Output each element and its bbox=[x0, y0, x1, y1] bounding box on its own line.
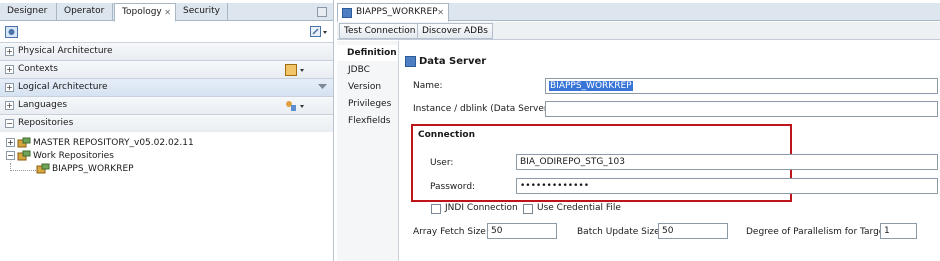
connect-icon[interactable] bbox=[5, 26, 18, 38]
discover-adbs-button[interactable]: Discover ADBs bbox=[417, 23, 493, 39]
accordion-contexts[interactable]: + Contexts bbox=[0, 60, 333, 78]
tree-item-work-repositories[interactable]: − Work Repositories bbox=[6, 150, 114, 163]
accordion-label: Logical Architecture bbox=[18, 82, 108, 92]
nav-flexfields[interactable]: Flexfields bbox=[337, 113, 398, 129]
password-label: Password: bbox=[430, 182, 476, 192]
accordion-repositories[interactable]: − Repositories bbox=[0, 114, 333, 132]
editor-tab-bar: BIAPPS_WORKREP ✕ bbox=[337, 3, 940, 22]
new-item-menu-icon[interactable] bbox=[310, 25, 330, 38]
nav-version[interactable]: Version bbox=[337, 79, 398, 95]
accordion-languages[interactable]: + Languages bbox=[0, 96, 333, 114]
accordion-label: Physical Architecture bbox=[18, 46, 113, 56]
collapse-icon[interactable]: − bbox=[6, 151, 15, 160]
use-credential-file-label: Use Credential File bbox=[537, 203, 621, 213]
jndi-connection-checkbox[interactable] bbox=[431, 204, 441, 214]
batch-update-size-input[interactable]: 50 bbox=[658, 223, 728, 239]
tree-item-biapps-workrep[interactable]: BIAPPS_WORKREP bbox=[36, 163, 134, 176]
expand-icon[interactable]: + bbox=[5, 101, 14, 110]
navigator-tab-bar: Designer Operator Topology ✕ Security bbox=[0, 3, 333, 22]
context-menu-icon[interactable] bbox=[285, 64, 307, 76]
array-fetch-size-input[interactable]: 50 bbox=[487, 223, 557, 239]
array-fetch-size-label: Array Fetch Size: bbox=[413, 227, 489, 237]
test-connection-button[interactable]: Test Connection bbox=[339, 23, 421, 39]
minimize-button[interactable] bbox=[317, 7, 327, 17]
expand-icon[interactable]: + bbox=[5, 83, 14, 92]
tab-designer[interactable]: Designer bbox=[0, 3, 57, 21]
tree-item-label: Work Repositories bbox=[33, 151, 114, 161]
navigator-panel: Designer Operator Topology ✕ Security + … bbox=[0, 0, 334, 261]
user-input[interactable]: BIA_ODIREPO_STG_103 bbox=[516, 154, 938, 170]
data-server-icon bbox=[342, 8, 352, 18]
name-input[interactable]: BIAPPS_WORKREP bbox=[545, 78, 938, 94]
close-icon[interactable]: ✕ bbox=[164, 4, 171, 21]
work-repository-icon bbox=[36, 163, 50, 174]
password-input[interactable]: ••••••••••••• bbox=[516, 178, 938, 194]
data-server-icon bbox=[405, 56, 416, 67]
tree-item-label: BIAPPS_WORKREP bbox=[52, 164, 134, 174]
tree-connector bbox=[10, 170, 36, 171]
editor-side-nav: Definition JDBC Version Privileges Flexf… bbox=[337, 41, 399, 261]
nav-definition[interactable]: Definition bbox=[337, 45, 398, 61]
tab-operator[interactable]: Operator bbox=[57, 3, 113, 21]
batch-update-size-label: Batch Update Size: bbox=[577, 227, 663, 237]
repository-icon bbox=[17, 137, 31, 148]
tree-item-master-repository[interactable]: + MASTER REPOSITORY_v05.02.02.11 bbox=[6, 137, 194, 150]
instance-label: Instance / dblink (Data Server): bbox=[413, 104, 555, 114]
tree-item-label: MASTER REPOSITORY_v05.02.02.11 bbox=[33, 138, 194, 148]
parallelism-label: Degree of Parallelism for Target: bbox=[746, 227, 891, 237]
editor-tab-biapps-workrep[interactable]: BIAPPS_WORKREP ✕ bbox=[337, 3, 449, 22]
chevron-down-icon[interactable] bbox=[318, 84, 327, 90]
accordion-physical-architecture[interactable]: + Physical Architecture bbox=[0, 42, 333, 60]
close-icon[interactable]: ✕ bbox=[437, 4, 444, 21]
repository-tree: + MASTER REPOSITORY_v05.02.02.11 − Work Re… bbox=[0, 134, 333, 261]
expand-icon[interactable]: + bbox=[5, 65, 14, 74]
expand-icon[interactable]: + bbox=[5, 47, 14, 56]
accordion-label: Contexts bbox=[18, 64, 58, 74]
nav-jdbc[interactable]: JDBC bbox=[337, 62, 398, 78]
language-menu-icon[interactable] bbox=[285, 100, 307, 112]
editor-tab-label: BIAPPS_WORKREP bbox=[356, 7, 438, 17]
name-label: Name: bbox=[413, 81, 443, 91]
tab-topology[interactable]: Topology ✕ bbox=[114, 3, 176, 22]
section-title: Data Server bbox=[419, 56, 487, 67]
jndi-connection-label: JNDI Connection bbox=[445, 203, 518, 213]
accordion-label: Repositories bbox=[18, 118, 74, 128]
accordion-logical-architecture[interactable]: + Logical Architecture bbox=[0, 78, 333, 96]
use-credential-file-checkbox[interactable] bbox=[523, 204, 533, 214]
expand-icon[interactable]: + bbox=[6, 138, 15, 147]
definition-form: Data Server Name: BIAPPS_WORKREP Instanc… bbox=[400, 41, 940, 261]
editor-panel: BIAPPS_WORKREP ✕ Test Connection Discove… bbox=[337, 0, 940, 261]
tab-security[interactable]: Security bbox=[176, 3, 228, 21]
work-repositories-icon bbox=[17, 150, 31, 161]
parallelism-input[interactable]: 1 bbox=[880, 223, 917, 239]
instance-input[interactable] bbox=[545, 101, 938, 117]
collapse-icon[interactable]: − bbox=[5, 119, 14, 128]
name-value: BIAPPS_WORKREP bbox=[549, 81, 633, 91]
tab-topology-label: Topology bbox=[122, 7, 162, 17]
nav-privileges[interactable]: Privileges bbox=[337, 96, 398, 112]
connection-title: Connection bbox=[418, 130, 476, 140]
user-label: User: bbox=[430, 158, 454, 168]
editor-button-bar: Test Connection Discover ADBs bbox=[337, 22, 940, 40]
accordion-label: Languages bbox=[18, 100, 68, 110]
navigator-toolbar bbox=[0, 22, 333, 42]
